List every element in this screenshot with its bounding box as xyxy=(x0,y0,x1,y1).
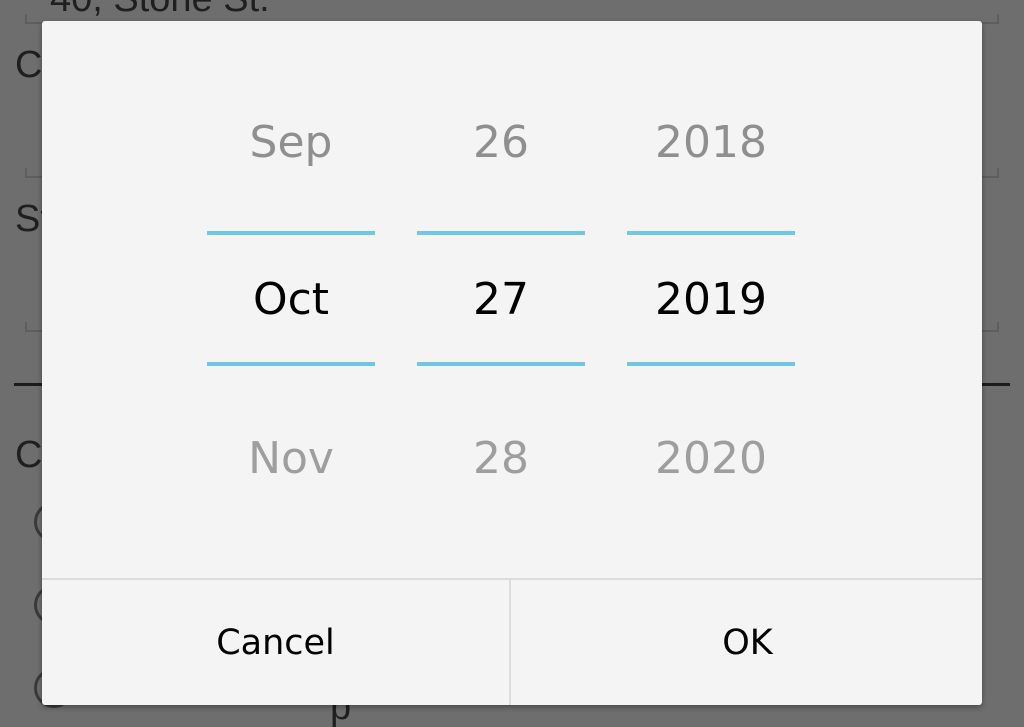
year-selection-divider-bottom xyxy=(627,362,795,366)
dialog-button-bar: Cancel OK xyxy=(42,578,982,705)
month-selection-divider-bottom xyxy=(207,362,375,366)
month-selection-divider-top xyxy=(207,231,375,235)
year-selection-divider-top xyxy=(627,231,795,235)
year-selected[interactable]: 2019 xyxy=(627,274,795,325)
date-picker-dialog: Sep Oct Nov 26 27 28 2018 2019 2020 Canc… xyxy=(42,21,982,705)
month-selected[interactable]: Oct xyxy=(207,274,375,325)
day-selection-divider-top xyxy=(417,231,585,235)
month-next[interactable]: Nov xyxy=(207,433,375,484)
month-previous[interactable]: Sep xyxy=(207,117,375,168)
month-spinner[interactable]: Sep Oct Nov xyxy=(207,21,375,578)
date-picker: Sep Oct Nov 26 27 28 2018 2019 2020 xyxy=(42,21,982,578)
year-previous[interactable]: 2018 xyxy=(627,117,795,168)
day-selected[interactable]: 27 xyxy=(417,274,585,325)
ok-button[interactable]: OK xyxy=(513,580,982,705)
day-previous[interactable]: 26 xyxy=(417,117,585,168)
year-spinner[interactable]: 2018 2019 2020 xyxy=(627,21,795,578)
year-next[interactable]: 2020 xyxy=(627,433,795,484)
day-spinner[interactable]: 26 27 28 xyxy=(417,21,585,578)
day-next[interactable]: 28 xyxy=(417,433,585,484)
cancel-button[interactable]: Cancel xyxy=(42,580,511,705)
day-selection-divider-bottom xyxy=(417,362,585,366)
